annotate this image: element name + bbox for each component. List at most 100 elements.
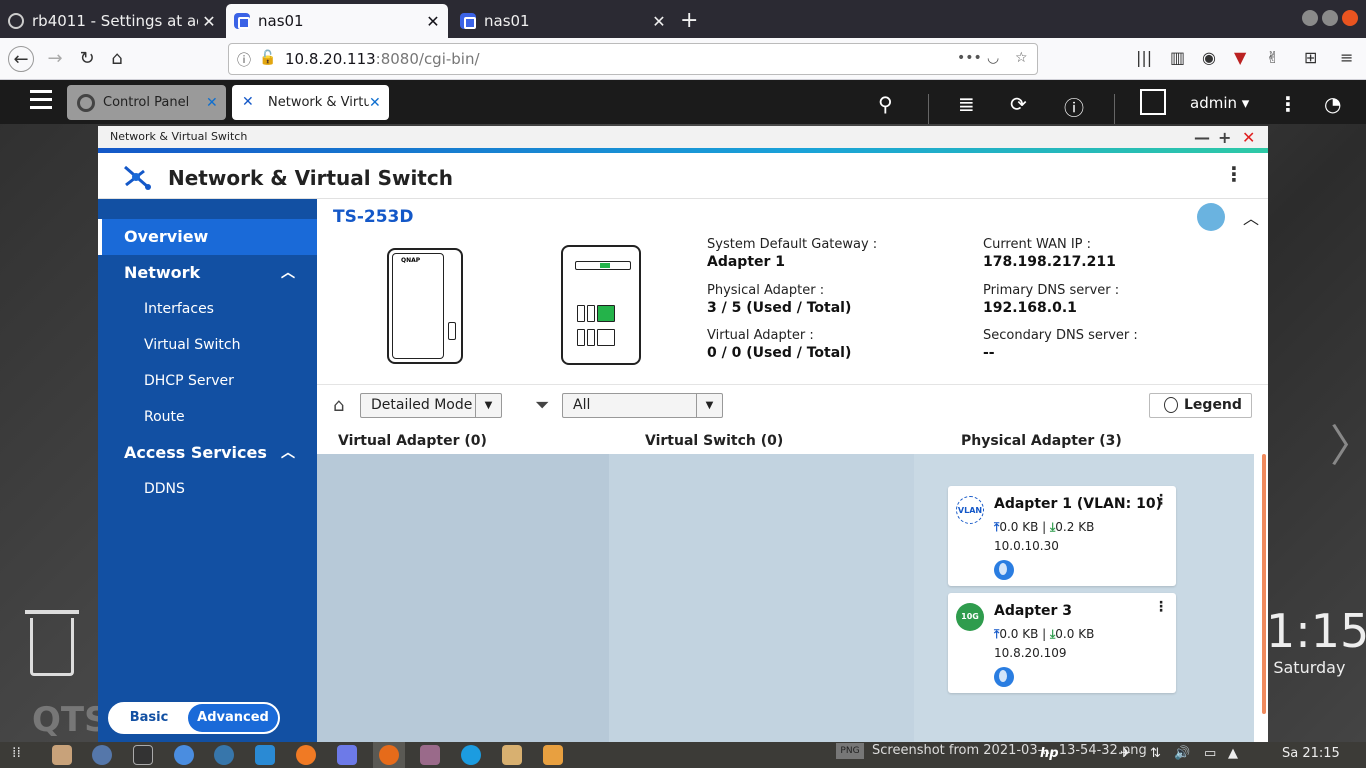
chromium-icon[interactable] [174,745,194,765]
close-icon[interactable]: ✕ [369,95,389,111]
adapter-more-icon[interactable]: ⋮ [1154,600,1168,614]
url-bar[interactable]: ⓘ 🔓 10.8.20.113:8080/cgi-bin/ ••• ◡ ☆ [228,43,1038,75]
extensions-menu-icon[interactable]: ⊞ [1304,48,1317,67]
sidebar-item-interfaces[interactable]: Interfaces [98,291,317,327]
volume-icon[interactable]: 🔊 [1174,746,1190,761]
filter-select[interactable]: All ▼ [562,393,723,418]
new-tab-button[interactable]: + [680,8,698,33]
maximize-button[interactable] [1322,10,1338,26]
battery-icon[interactable]: ▭ [1204,746,1216,761]
trash-icon[interactable] [25,610,79,676]
main-menu-icon[interactable] [30,90,52,112]
keepass-icon[interactable] [92,745,112,765]
sidebar-item-dhcp-server[interactable]: DHCP Server [98,363,317,399]
caret-down-icon[interactable]: ▼ [475,394,501,417]
sidebar-item-route[interactable]: Route [98,399,317,435]
desktop-clock-day: ) Saturday [1262,658,1346,677]
files-icon[interactable] [52,745,72,765]
bookmark-star-icon[interactable]: ☆ [1015,50,1028,66]
sidebar-item-overview[interactable]: Overview [98,219,317,255]
maximize-icon[interactable]: + [1218,128,1231,147]
sync-icon[interactable]: ⟳ [1010,92,1027,116]
chevron-up-icon[interactable]: ︿ [281,435,295,471]
insecure-lock-icon[interactable]: 🔓 [259,50,276,66]
usb-port [587,305,595,322]
globe-icon [994,667,1014,687]
screenshot-notification[interactable]: Screenshot from 2021-03-... 13-54-32.png [872,742,1147,760]
scrollbar[interactable] [1262,454,1266,714]
close-icon[interactable]: ✕ [1242,128,1255,147]
sidebar-group-network[interactable]: Network ︿ [98,255,317,291]
vscode-icon[interactable] [255,745,275,765]
adapter-traffic: ⤒0.0 KB | ⤓0.0 KB [994,627,1095,641]
taskbar-clock[interactable]: Sa 21:15 [1282,746,1340,761]
chevron-up-icon[interactable]: ︿ [281,255,295,291]
extension-icon[interactable]: ✌ [1266,48,1279,67]
hamburger-menu-icon[interactable]: ≡ [1340,48,1353,67]
cloud-icon[interactable] [1197,203,1225,231]
text-editor-icon[interactable] [502,745,522,765]
dashboard-gauge-icon[interactable]: ◔ [1324,92,1341,116]
os-taskbar: ⁞⁞ PNG Screenshot from 2021-03-... 13-54… [0,742,1366,768]
hp-icon[interactable]: hp [1040,746,1059,761]
back-button[interactable]: ← [8,46,34,72]
firefox-icon[interactable] [379,745,399,765]
legend-button[interactable]: Legend [1149,393,1252,418]
caret-down-icon[interactable]: ▼ [696,394,722,417]
qts-tab-control-panel[interactable]: Control Panel ✕ [67,85,226,120]
view-mode-select[interactable]: Detailed Mode ▼ [360,393,502,418]
close-icon[interactable]: ✕ [206,95,226,111]
adapter-card[interactable]: 10G Adapter 3 ⋮ ⤒0.0 KB | ⤓0.0 KB 10.8.2… [948,593,1176,693]
python-icon[interactable] [214,745,234,765]
user-avatar-icon[interactable] [1140,89,1166,115]
pocket-icon[interactable]: ◡ [987,50,999,66]
sidebar-icon[interactable]: ▥ [1170,48,1185,67]
close-icon[interactable]: ✕ [422,12,444,31]
info-circle-icon[interactable]: ⓘ [1064,92,1084,121]
skype-icon[interactable] [461,745,481,765]
adapter-more-icon[interactable]: ⋮ [1154,493,1168,507]
vivaldi-extension-icon[interactable]: ▼ [1234,48,1246,67]
apps-grid-icon[interactable]: ⁞⁞ [12,745,32,765]
page-actions-icon[interactable]: ••• [957,50,982,66]
next-page-arrow-icon[interactable]: 〉 [1330,410,1366,474]
chevron-up-icon[interactable]: ︿ [1243,205,1259,229]
filter-icon[interactable]: ⏷ [535,395,549,416]
browser-tab-rb4011[interactable]: rb4011 - Settings at adm ✕ [0,4,224,38]
home-button[interactable]: ⌂ [104,46,130,72]
discord-icon[interactable] [337,745,357,765]
browser-tab-nas01[interactable]: nas01 ✕ [452,4,674,38]
terminal-icon[interactable] [133,745,153,765]
browser-tab-nas01-active[interactable]: nas01 ✕ [226,4,448,38]
basic-mode-button[interactable]: Basic [110,704,188,732]
sublime-icon[interactable] [296,745,316,765]
image-viewer-icon[interactable] [420,745,440,765]
minimize-button[interactable] [1302,10,1318,26]
task-stack-icon[interactable]: ≣ [958,92,975,116]
sidebar-group-access-services[interactable]: Access Services ︿ [98,435,317,471]
library-icon[interactable]: ||| [1136,48,1152,67]
close-window-button[interactable] [1342,10,1358,26]
virtual-adapter-column [317,454,609,742]
adapter-card[interactable]: VLAN Adapter 1 (VLAN: 10) ⋮ ⤒0.0 KB | ⤓0… [948,486,1176,586]
network-icon[interactable]: ⇅ [1150,746,1161,761]
qts-tab-network[interactable]: ✕ Network & Virtu... ✕ [232,85,389,120]
airplane-icon[interactable]: ✈ [1120,746,1131,761]
user-menu[interactable]: admin ▾ [1190,94,1249,112]
close-icon[interactable]: ✕ [648,12,670,31]
settings-gear-icon[interactable] [543,745,563,765]
tray-expand-icon[interactable]: ▲ [1228,746,1238,761]
minimize-icon[interactable]: — [1194,128,1210,147]
more-options-icon[interactable]: ⋮ [1278,92,1298,116]
info-icon[interactable]: ⓘ [237,50,251,70]
advanced-mode-button[interactable]: Advanced [188,704,278,732]
sidebar-item-ddns[interactable]: DDNS [98,471,317,507]
search-icon[interactable]: ⚲ [878,92,893,116]
cloud-outline-icon[interactable]: ⌂ [333,395,344,416]
account-icon[interactable]: ◉ [1202,48,1216,67]
close-icon[interactable]: ✕ [198,12,220,31]
forward-button[interactable]: → [42,46,68,72]
app-more-icon[interactable]: ⋮ [1224,164,1244,184]
reload-button[interactable]: ↻ [74,46,100,72]
sidebar-item-virtual-switch[interactable]: Virtual Switch [98,327,317,363]
